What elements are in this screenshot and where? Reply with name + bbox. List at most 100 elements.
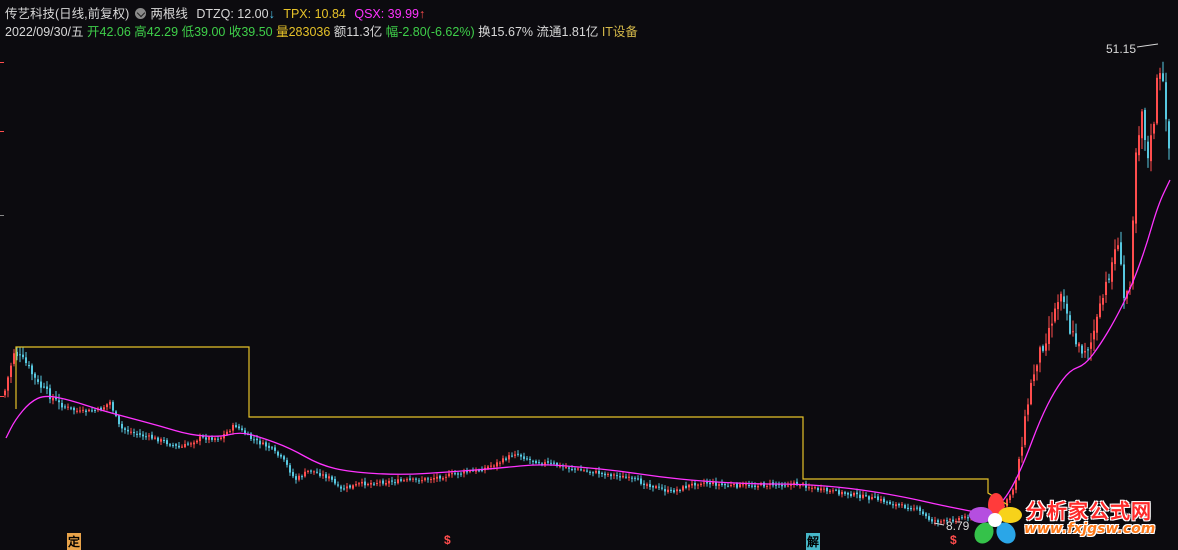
candle-body: [574, 468, 576, 470]
candle-body: [325, 474, 327, 478]
candle-body: [631, 477, 633, 479]
candle-body: [1066, 303, 1068, 314]
settings-dot-icon[interactable]: [135, 8, 147, 19]
candle-body: [217, 438, 219, 440]
candle-body: [124, 428, 126, 430]
candle-body: [301, 476, 303, 478]
candle-body: [544, 462, 546, 465]
candle-body: [889, 501, 891, 504]
candle-body: [1141, 111, 1143, 139]
candle-body: [787, 485, 789, 487]
candle-body: [274, 447, 276, 451]
candle-body: [184, 444, 186, 448]
candle-body: [1033, 374, 1035, 382]
candle-body: [1138, 135, 1140, 156]
candle-body: [1144, 109, 1146, 140]
qsx-value: QSX: 39.99: [354, 7, 419, 21]
candle-body: [784, 485, 786, 487]
candle-body: [964, 516, 966, 518]
candle-body: [37, 379, 39, 382]
candle-body: [667, 489, 669, 492]
candle-body: [439, 475, 441, 479]
candle-body: [781, 484, 783, 487]
candle-body: [196, 440, 198, 443]
candle-body: [1060, 293, 1062, 302]
candle-body: [619, 476, 621, 478]
candle-body: [526, 458, 528, 460]
candle-body: [40, 381, 42, 388]
candle-body: [412, 478, 414, 480]
candle-body: [1120, 242, 1122, 265]
candle-body: [82, 409, 84, 411]
candle-body: [595, 470, 597, 473]
candle-body: [1054, 308, 1056, 322]
stock-name[interactable]: 传艺科技: [5, 3, 55, 22]
candle-body: [838, 490, 840, 495]
candle-body: [1165, 82, 1167, 120]
sector: IT设备: [601, 25, 638, 39]
candle-body: [1135, 152, 1137, 224]
candle-body: [286, 460, 288, 465]
candle-body: [1123, 264, 1125, 299]
candle-body: [331, 476, 333, 480]
candle-body: [337, 484, 339, 486]
marker-ding[interactable]: 定: [67, 533, 82, 550]
marker-dollar-2[interactable]: $: [950, 533, 957, 547]
candle-body: [10, 365, 12, 377]
candle-body: [640, 478, 642, 484]
candle-body: [355, 484, 357, 486]
marker-dollar-1[interactable]: $: [444, 533, 451, 547]
candle-body: [856, 492, 858, 495]
kline-chart[interactable]: [0, 0, 1178, 549]
candle-body: [370, 482, 372, 485]
candle-body: [937, 520, 939, 523]
candle-body: [238, 426, 240, 429]
candle-body: [811, 487, 813, 489]
candle-body: [934, 520, 936, 522]
candle-body: [826, 487, 828, 492]
candle-body: [670, 489, 672, 491]
candle-body: [1027, 404, 1029, 415]
candle-body: [346, 486, 348, 489]
candle-body: [850, 493, 852, 497]
candle-body: [88, 409, 90, 412]
candle-body: [553, 462, 555, 464]
candle-body: [535, 460, 537, 464]
candle-body: [310, 470, 312, 472]
candle-body: [478, 470, 480, 472]
amount: 额11.3亿: [333, 25, 383, 39]
candle-body: [1048, 327, 1050, 344]
candle-body: [1096, 316, 1098, 333]
candle-body: [433, 477, 435, 480]
candle-body: [328, 476, 330, 479]
candle-body: [118, 415, 120, 425]
candle-body: [925, 513, 927, 517]
candle-body: [520, 454, 522, 457]
candle-body: [259, 440, 261, 445]
candle-body: [268, 445, 270, 448]
marker-jie[interactable]: 解: [806, 533, 821, 550]
candle-body: [847, 492, 849, 495]
candle-body: [307, 470, 309, 472]
candle-body: [721, 483, 723, 485]
up-arrow-icon: ↑: [418, 7, 426, 21]
candle-body: [157, 437, 159, 442]
indicator-name[interactable]: 两根线: [150, 3, 188, 22]
candle-body: [505, 458, 507, 460]
candle-body: [361, 481, 363, 484]
candle-body: [514, 454, 516, 456]
candle-body: [415, 478, 417, 480]
candle-body: [163, 439, 165, 441]
candle-body: [262, 442, 264, 445]
candle-body: [49, 388, 51, 400]
candle-body: [130, 431, 132, 433]
candle-body: [592, 472, 594, 474]
candle-body: [601, 472, 603, 474]
candle-body: [52, 397, 54, 401]
period-label[interactable]: (日线,前复权): [55, 3, 129, 22]
candle-body: [694, 482, 696, 486]
step-line-dtzq: [15, 346, 1009, 506]
candle-body: [898, 503, 900, 506]
candle-body: [862, 494, 864, 498]
candle-body: [73, 407, 75, 411]
